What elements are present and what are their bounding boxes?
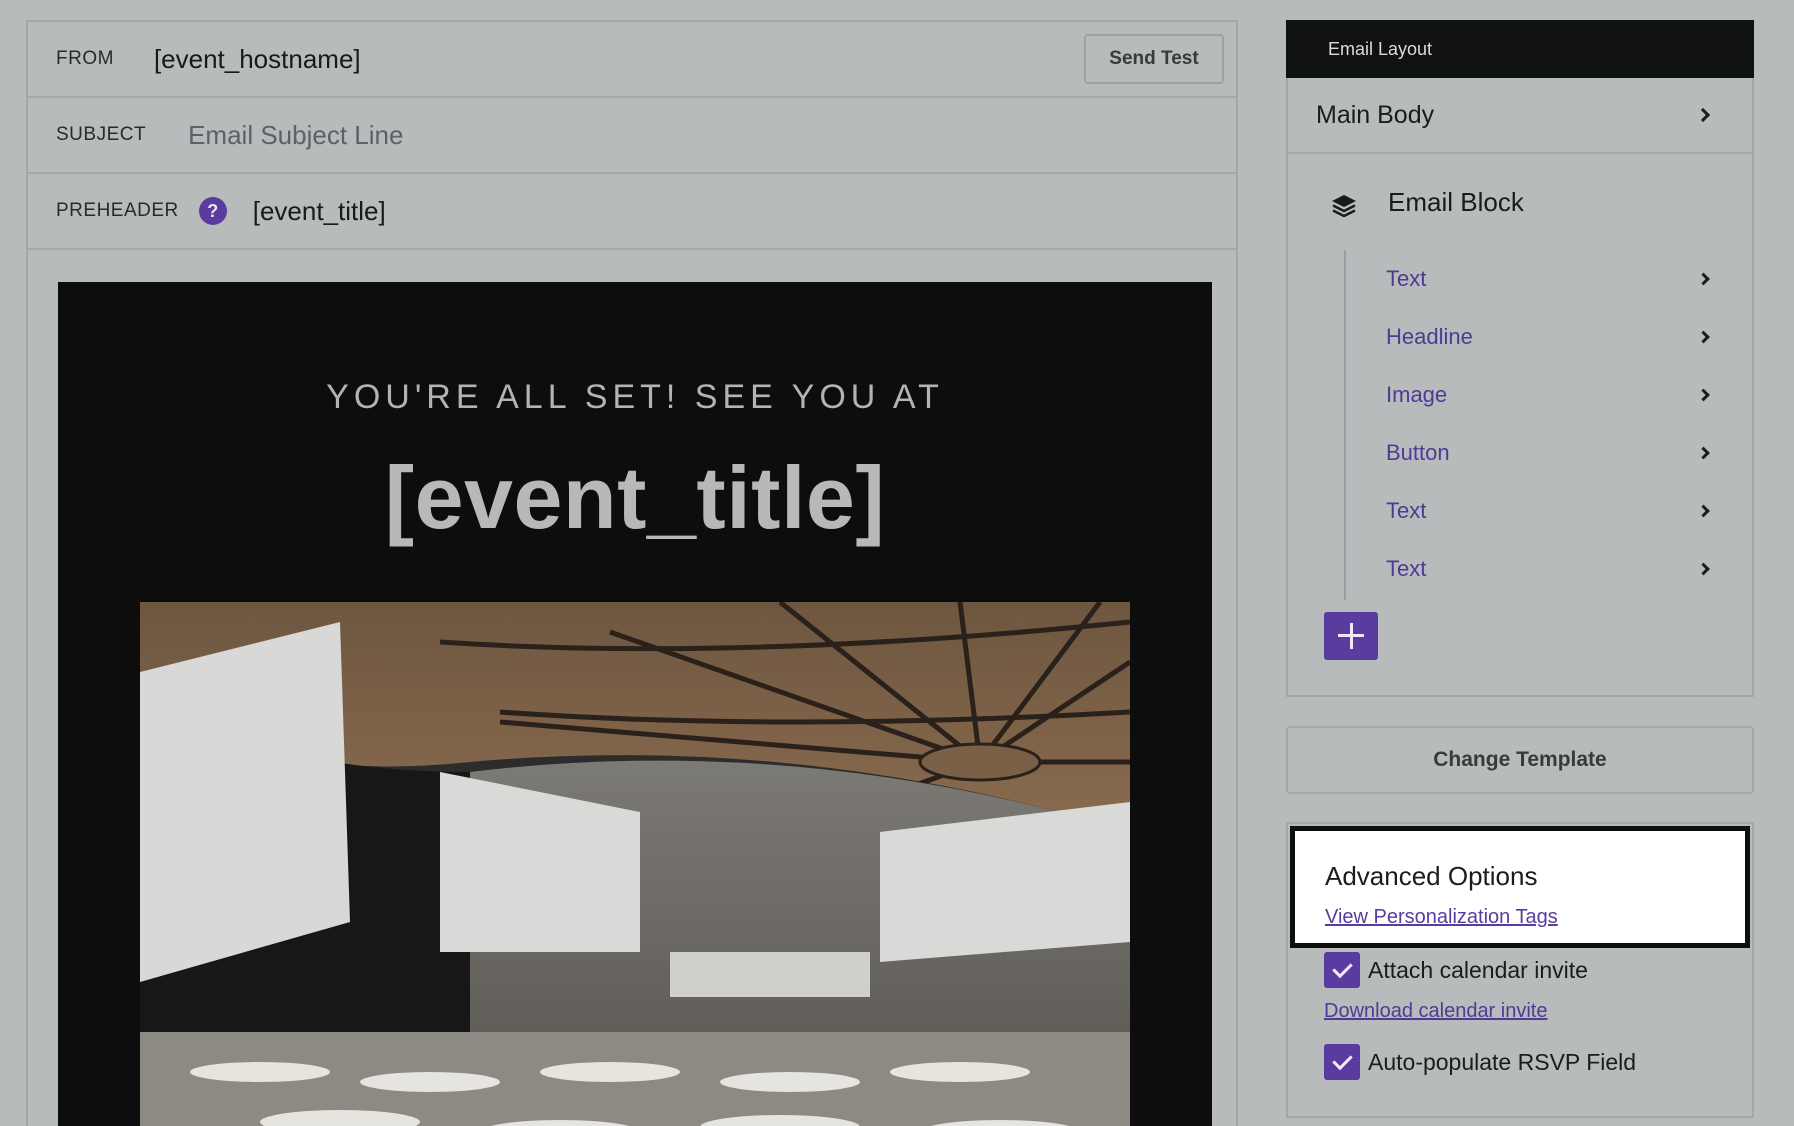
attach-invite-label: Attach calendar invite <box>1368 956 1588 983</box>
main-body-item[interactable]: Main Body <box>1288 78 1752 154</box>
subject-input[interactable]: Email Subject Line <box>188 120 403 151</box>
chevron-right-icon <box>1697 562 1710 576</box>
chevron-right-icon <box>1695 107 1711 123</box>
from-field[interactable]: [event_hostname] <box>154 44 361 75</box>
block-item-button[interactable]: Button <box>1346 424 1752 482</box>
layers-icon <box>1332 195 1356 218</box>
chevron-right-icon <box>1697 388 1710 402</box>
add-block-button[interactable] <box>1324 612 1378 660</box>
from-label: FROM <box>56 48 114 69</box>
help-icon[interactable]: ? <box>198 197 227 225</box>
preheader-row: PREHEADER ? [event_title] <box>28 174 1236 250</box>
block-item-headline[interactable]: Headline <box>1346 308 1752 366</box>
view-personalization-tags-link[interactable]: View Personalization Tags <box>1325 906 1558 929</box>
chevron-right-icon <box>1697 330 1710 344</box>
send-test-button[interactable]: Send Test <box>1084 34 1224 84</box>
email-block-header: Email Block <box>1288 154 1752 250</box>
autopopulate-rsvp-label: Auto-populate RSVP Field <box>1368 1048 1637 1075</box>
advanced-options-panel: Advanced Options View Personalization Ta… <box>1286 822 1754 1118</box>
chevron-right-icon <box>1697 272 1710 286</box>
chevron-right-icon <box>1697 446 1710 460</box>
block-item-label: Button <box>1386 440 1450 465</box>
block-item-image[interactable]: Image <box>1346 366 1752 424</box>
block-item-text[interactable]: Text <box>1346 540 1752 598</box>
block-item-text[interactable]: Text <box>1346 482 1752 540</box>
block-item-text[interactable]: Text <box>1346 250 1752 308</box>
main-body-label: Main Body <box>1316 100 1435 129</box>
email-editor: FROM [event_hostname] Send Test SUBJECT … <box>26 20 1238 1126</box>
subject-row: SUBJECT Email Subject Line <box>28 98 1236 174</box>
download-calendar-invite-link[interactable]: Download calendar invite <box>1324 1000 1547 1023</box>
subject-label: SUBJECT <box>56 124 147 145</box>
advanced-options-title: Advanced Options <box>1325 861 1538 891</box>
advanced-options-highlight: Advanced Options View Personalization Ta… <box>1290 826 1750 948</box>
preheader-input[interactable]: [event_title] <box>253 196 386 227</box>
preheader-label: PREHEADER <box>56 200 179 221</box>
attach-invite-checkbox[interactable] <box>1324 952 1360 988</box>
preview-event-title: [event_title] <box>384 448 886 547</box>
block-item-label: Text <box>1386 498 1427 523</box>
change-template-button[interactable]: Change Template <box>1286 726 1754 794</box>
event-venue-image <box>140 602 1130 1126</box>
preview-kicker-text: YOU'RE ALL SET! SEE YOU AT <box>326 378 944 416</box>
email-layout-header: Email Layout <box>1286 20 1754 78</box>
email-layout-panel: Email Layout Main Body Email Block Text … <box>1286 20 1754 697</box>
chevron-right-icon <box>1697 504 1710 518</box>
block-item-label: Headline <box>1386 324 1473 349</box>
email-preview[interactable]: YOU'RE ALL SET! SEE YOU AT [event_title] <box>58 282 1212 1126</box>
venue-illustration <box>140 602 1130 1126</box>
email-block-list: Text Headline Image Button Text Text <box>1344 250 1752 600</box>
block-item-label: Text <box>1386 266 1427 291</box>
from-row: FROM [event_hostname] Send Test <box>28 22 1236 98</box>
block-item-label: Text <box>1386 556 1427 581</box>
block-item-label: Image <box>1386 382 1448 407</box>
autopopulate-rsvp-row[interactable]: Auto-populate RSVP Field <box>1324 1044 1636 1080</box>
email-block-title: Email Block <box>1388 186 1524 217</box>
attach-invite-row[interactable]: Attach calendar invite <box>1324 952 1588 988</box>
autopopulate-rsvp-checkbox[interactable] <box>1324 1044 1360 1080</box>
